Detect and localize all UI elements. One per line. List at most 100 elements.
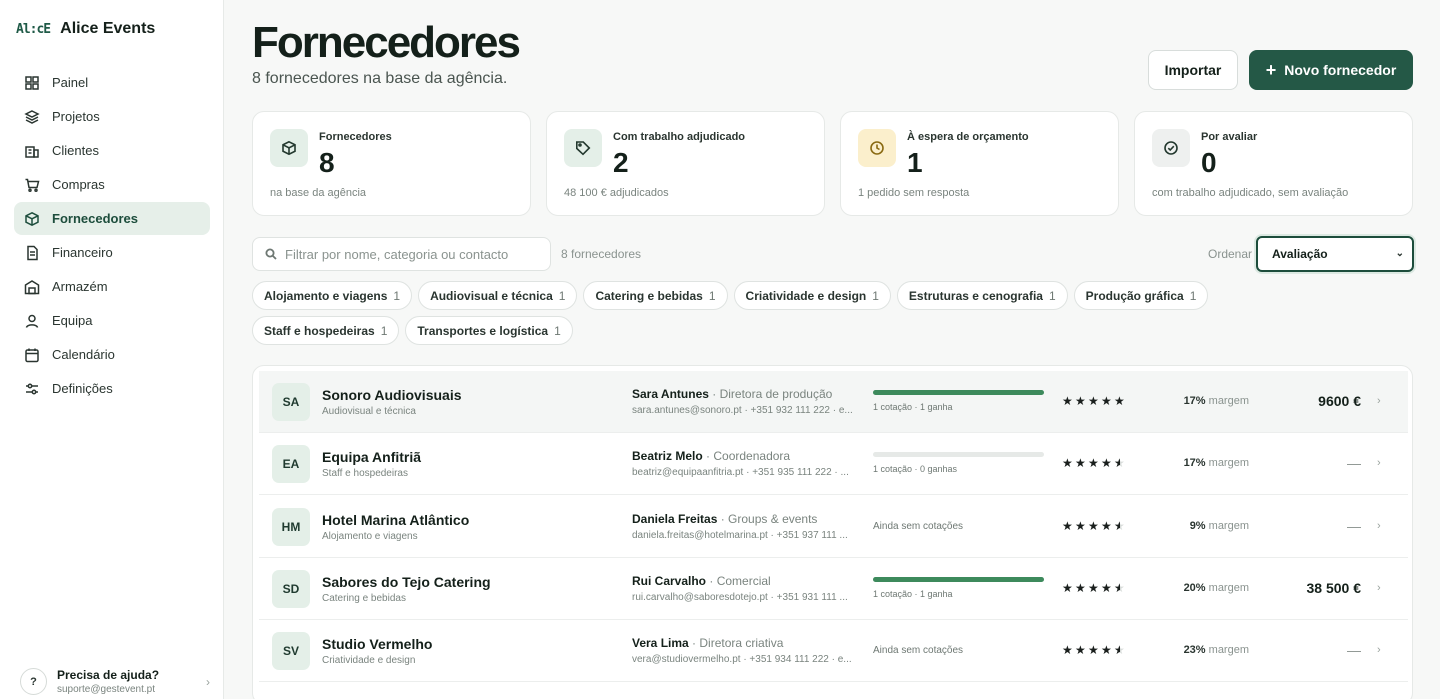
- supplier-name[interactable]: Sabores do Tejo Catering: [322, 574, 491, 590]
- sort-select[interactable]: Avaliação ⌄: [1256, 236, 1414, 272]
- calendar-icon: [24, 347, 40, 363]
- margin: 17% margem: [1139, 395, 1249, 407]
- category-chip[interactable]: Catering e bebidas 1: [583, 281, 728, 310]
- chevron-right-icon[interactable]: ›: [1377, 582, 1381, 594]
- sidebar-item-projetos[interactable]: Projetos: [14, 100, 210, 133]
- sidebar-item-label: Equipa: [52, 313, 93, 328]
- sidebar-item-equipa[interactable]: Equipa: [14, 304, 210, 337]
- search-input[interactable]: [285, 246, 535, 262]
- star-icon: ★★: [1088, 394, 1099, 408]
- contact-details: rui.carvalho@saboresdotejo.pt · +351 931…: [632, 591, 848, 603]
- sidebar-item-painel[interactable]: Painel: [14, 66, 210, 99]
- table-row[interactable]: SA Sonoro Audiovisuais Audiovisual e técni…: [259, 371, 1408, 433]
- chip-label: Staff e hospedeiras: [264, 323, 375, 338]
- table-row[interactable]: EA Equipa Anfitriã Staff e hospedeiras Beat…: [259, 433, 1408, 496]
- contact-role: · Coordenadora: [706, 449, 791, 464]
- avatar: SV: [272, 632, 310, 671]
- star-icon: ★★: [1114, 643, 1125, 658]
- category-chip[interactable]: Audiovisual e técnica 1: [418, 281, 578, 310]
- brand[interactable]: Al:cE Alice Events: [16, 20, 155, 38]
- supplier-name[interactable]: Hotel Marina Atlântico: [322, 512, 469, 528]
- help-icon: ?: [20, 668, 47, 695]
- star-icon: ★★: [1062, 643, 1073, 658]
- margin: 20% margem: [1139, 582, 1249, 594]
- table-row[interactable]: SV Studio Vermelho Criatividade e design Ve…: [259, 620, 1408, 683]
- contact-role: · Diretora de produção: [712, 387, 833, 401]
- help-email[interactable]: suporte@gestevent.pt: [57, 684, 196, 695]
- sidebar-item-label: Calendário: [52, 347, 115, 362]
- category-chip[interactable]: Produção gráfica 1: [1073, 281, 1209, 310]
- new-supplier-label: Novo fornecedor: [1284, 62, 1397, 78]
- category-filters: Alojamento e viagens 1 Audiovisual e técni…: [252, 281, 1292, 345]
- quote-progress-bar: [873, 452, 1044, 458]
- supplier-category: Audiovisual e técnica: [322, 406, 416, 417]
- category-chip[interactable]: Staff e hospedeiras 1: [252, 316, 400, 345]
- star-icon: ★★: [1114, 456, 1125, 471]
- contact-name: Rui Carvalho: [632, 573, 707, 588]
- sidebar-item-financeiro[interactable]: Financeiro: [14, 236, 210, 269]
- search-box[interactable]: [252, 237, 551, 271]
- contact-person: Vera Lima · Diretora criativa: [632, 636, 783, 650]
- sidebar-item-label: Armazém: [52, 279, 108, 294]
- stat-label: Fornecedores: [319, 131, 392, 143]
- contact-person: Daniela Freitas · Groups & events: [632, 512, 817, 526]
- contact-name: Vera Lima: [632, 636, 689, 651]
- table-row[interactable]: SD Sabores do Tejo Catering Catering e beb…: [259, 558, 1408, 620]
- chip-label: Catering e bebidas: [595, 288, 703, 303]
- chip-count: 1: [872, 288, 879, 303]
- new-supplier-button[interactable]: + Novo fornecedor: [1249, 50, 1413, 90]
- star-icon: ★★: [1088, 580, 1099, 595]
- supplier-name[interactable]: Sonoro Audiovisuais: [322, 387, 462, 403]
- category-chip[interactable]: Alojamento e viagens 1: [252, 281, 413, 310]
- sidebar-item-clientes[interactable]: Clientes: [14, 134, 210, 167]
- contact-person: Sara Antunes · Diretora de produção: [632, 387, 832, 401]
- quote-progress-fill: [873, 390, 1044, 395]
- contact-role: · Diretora criativa: [692, 636, 784, 651]
- margin-label: margem: [1208, 457, 1249, 470]
- stat-card: Fornecedores 8 na base da agência: [252, 111, 531, 216]
- category-chip[interactable]: Estruturas e cenografia 1: [896, 281, 1068, 310]
- supplier-name[interactable]: Equipa Anfitriã: [322, 449, 421, 465]
- sidebar-item-fornecedores[interactable]: Fornecedores: [14, 202, 210, 235]
- contact-role: · Groups & events: [720, 511, 818, 526]
- star-icon: ★★: [1101, 518, 1112, 533]
- chevron-down-icon: ⌄: [1395, 248, 1404, 259]
- margin-value: 17%: [1183, 395, 1206, 407]
- chip-count: 1: [554, 323, 561, 338]
- supplier-name[interactable]: Studio Vermelho: [322, 636, 432, 652]
- stat-footnote: com trabalho adjudicado, sem avaliação: [1152, 187, 1349, 199]
- star-icon: ★★: [1114, 580, 1125, 595]
- stats-row: Fornecedores 8 na base da agência Com traba…: [252, 111, 1413, 216]
- quote-summary: 1 cotação · 1 ganha: [873, 588, 953, 599]
- chevron-right-icon[interactable]: ›: [1377, 644, 1381, 656]
- contact-name: Daniela Freitas: [632, 511, 718, 526]
- help-title: Precisa de ajuda?: [57, 668, 160, 682]
- cart-icon: [24, 177, 40, 193]
- sidebar-item-armazem[interactable]: Armazém: [14, 270, 210, 303]
- avatar: SA: [272, 383, 310, 421]
- star-icon: ★★: [1114, 518, 1125, 533]
- sidebar-item-label: Projetos: [52, 109, 100, 124]
- chevron-right-icon[interactable]: ›: [1377, 520, 1381, 532]
- sidebar-item-definicoes[interactable]: Definições: [14, 372, 210, 405]
- sidebar-item-calendario[interactable]: Calendário: [14, 338, 210, 371]
- chip-count: 1: [1048, 288, 1056, 303]
- help-card[interactable]: ? Precisa de ajuda? suporte@gestevent.pt…: [20, 668, 210, 695]
- import-button[interactable]: Importar: [1148, 50, 1238, 90]
- chevron-right-icon[interactable]: ›: [1377, 395, 1381, 407]
- supplier-category: Staff e hospedeiras: [322, 468, 408, 480]
- chevron-right-icon[interactable]: ›: [1377, 457, 1381, 469]
- table-row[interactable]: HM Hotel Marina Atlântico Alojamento e via…: [259, 496, 1408, 558]
- chip-count: 1: [558, 288, 566, 303]
- star-icon: ★★: [1075, 643, 1086, 658]
- star-icon: ★★: [1101, 580, 1112, 595]
- stat-label: Por avaliar: [1201, 131, 1258, 143]
- sidebar-item-label: Definições: [52, 381, 113, 396]
- category-chip[interactable]: Criatividade e design 1: [733, 281, 891, 310]
- stat-label: Com trabalho adjudicado: [613, 131, 746, 143]
- sidebar-item-compras[interactable]: Compras: [14, 168, 210, 201]
- category-chip[interactable]: Transportes e logística 1: [405, 316, 573, 345]
- sliders-icon: [24, 381, 40, 397]
- stat-footnote: na base da agência: [270, 187, 367, 199]
- quote-progress-fill: [873, 576, 1044, 582]
